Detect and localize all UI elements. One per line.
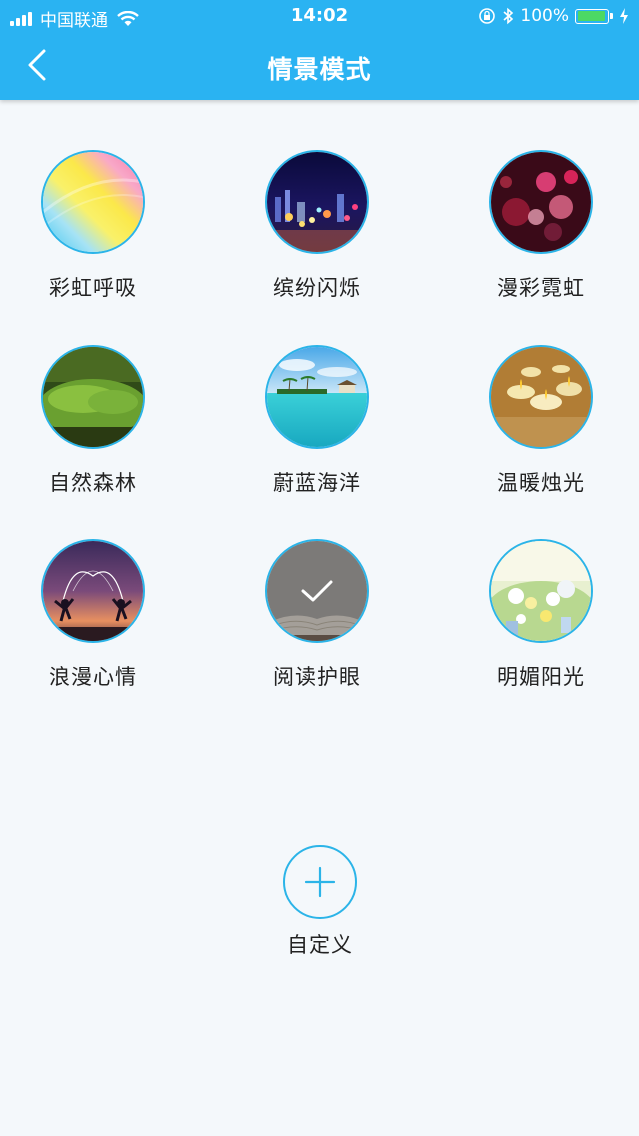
page-title: 情景模式 <box>267 55 372 84</box>
battery-cap <box>610 13 613 19</box>
city-lights-image <box>265 150 369 254</box>
scene-romantic-mood[interactable]: 浪漫心情 <box>13 539 173 691</box>
blue-ocean-image <box>265 345 369 449</box>
checkmark-icon <box>301 580 333 602</box>
candlelight-image <box>489 345 593 449</box>
scene-blue-ocean[interactable]: 蔚蓝海洋 <box>237 345 397 497</box>
open-book-image <box>265 539 369 643</box>
scene-natural-forest[interactable]: 自然森林 <box>13 345 173 497</box>
status-right: 100% <box>472 6 629 26</box>
custom-label: 自定义 <box>287 933 353 957</box>
status-bar: 中国联通 14:02 100% <box>0 0 639 34</box>
moss-forest-image <box>41 345 145 449</box>
scene-label: 温暖烛光 <box>497 471 585 495</box>
scene-label: 阅读护眼 <box>273 665 361 689</box>
scene-warm-candlelight[interactable]: 温暖烛光 <box>461 345 621 497</box>
romantic-silhouette-image <box>41 539 145 643</box>
battery-percent: 100% <box>520 6 569 26</box>
scene-bright-sunshine[interactable]: 明媚阳光 <box>461 539 621 691</box>
charging-bolt-icon <box>620 8 628 24</box>
scene-label: 蔚蓝海洋 <box>273 471 361 495</box>
scene-reading-eye-care[interactable]: 阅读护眼 <box>237 539 397 691</box>
battery-icon <box>575 8 609 24</box>
scene-label: 缤纷闪烁 <box>273 276 361 300</box>
scene-label: 浪漫心情 <box>49 665 137 689</box>
sunny-flowers-image <box>489 539 593 643</box>
battery-level <box>577 11 606 21</box>
custom-scene-button[interactable]: 自定义 <box>270 845 370 959</box>
scene-neon-rainbow[interactable]: 漫彩霓虹 <box>461 150 621 302</box>
scene-label: 彩虹呼吸 <box>49 276 137 300</box>
rotation-lock-icon <box>479 8 496 24</box>
scene-label: 自然森林 <box>49 471 137 495</box>
scene-rainbow-breathing[interactable]: 彩虹呼吸 <box>13 150 173 302</box>
bluetooth-icon <box>503 7 514 25</box>
scene-label: 明媚阳光 <box>497 665 585 689</box>
scene-colorful-flash[interactable]: 缤纷闪烁 <box>237 150 397 302</box>
selected-overlay <box>267 541 367 641</box>
plus-icon <box>304 866 336 898</box>
add-circle[interactable] <box>283 845 357 919</box>
neon-bokeh-image <box>489 150 593 254</box>
rainbow-image <box>41 150 145 254</box>
scene-label: 漫彩霓虹 <box>497 276 585 300</box>
navigation-bar: 情景模式 <box>0 34 639 98</box>
header: 中国联通 14:02 100% 情景模式 <box>0 0 639 100</box>
